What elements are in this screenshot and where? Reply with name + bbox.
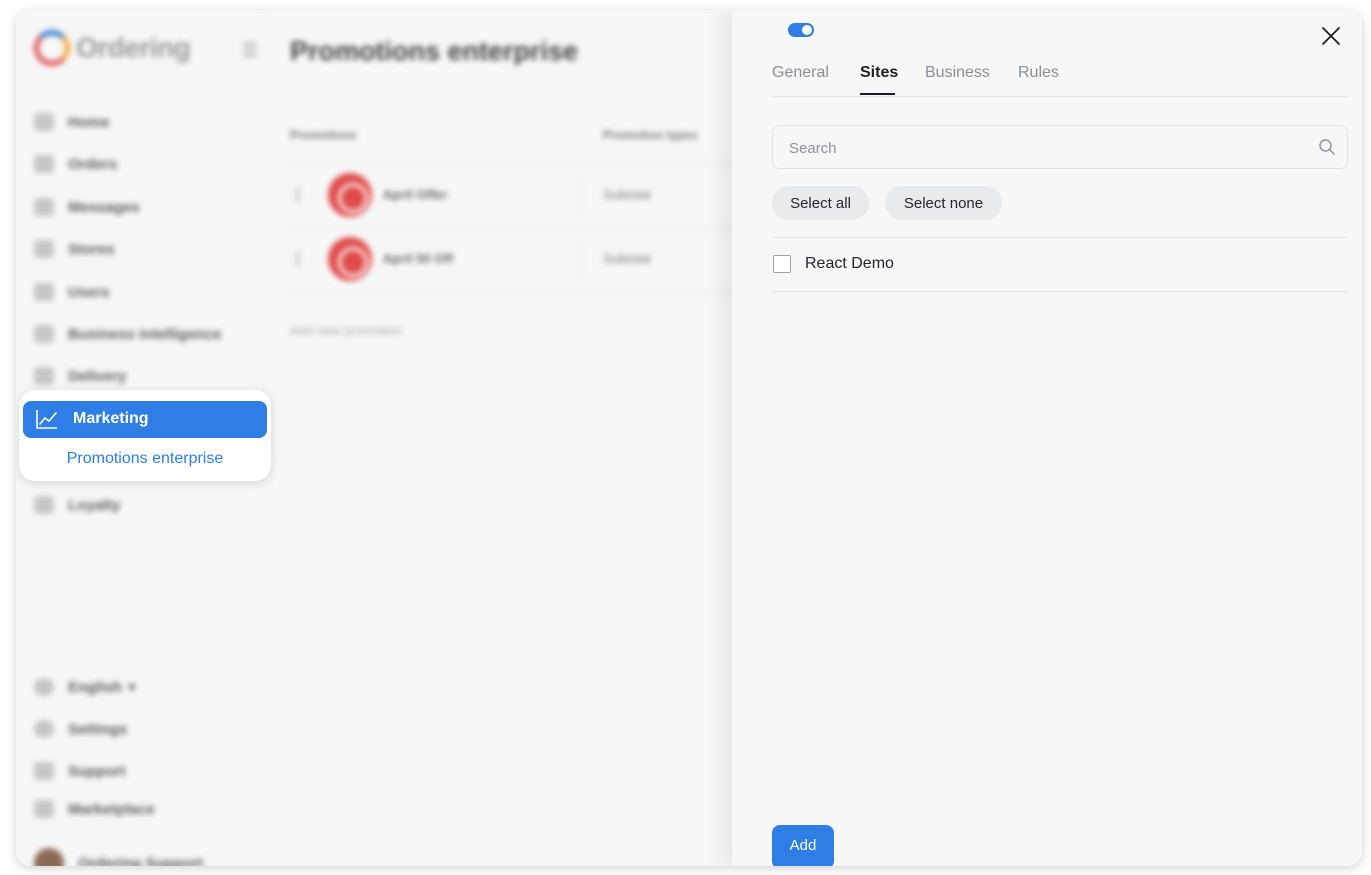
sidebar-item-label: Marketplace (68, 800, 155, 818)
chat-icon (34, 198, 54, 216)
site-checkbox-react-demo[interactable] (773, 255, 791, 273)
sidebar-item-support[interactable]: Support (34, 762, 126, 780)
sidebar-item-label: Users (68, 283, 110, 301)
cell-divider (581, 179, 582, 213)
truck-icon (34, 367, 54, 385)
tab-general[interactable]: General (772, 64, 829, 82)
sidebar-item-messages[interactable]: Messages (34, 198, 140, 216)
tab-rules[interactable]: Rules (1018, 64, 1059, 82)
sidebar-item-label: Home (68, 113, 110, 131)
user-profile[interactable]: Ordering Support (34, 848, 203, 866)
drawer-tabs: General Sites Business Rules (772, 62, 1348, 97)
promotion-drawer: General Sites Business Rules Select all … (732, 10, 1362, 866)
logo-icon (34, 30, 70, 66)
bar-chart-icon (34, 325, 54, 343)
list-icon (34, 155, 54, 173)
sidebar-item-label: Messages (68, 198, 140, 216)
promotion-type: Subtotal (603, 251, 651, 266)
promotion-name: April 50 Off (383, 251, 454, 266)
column-header-promotions: Promotions (290, 128, 357, 142)
sidebar-item-orders[interactable]: Orders (34, 155, 117, 173)
language-label: English (68, 678, 123, 696)
sidebar-item-business-intelligence[interactable]: Business intelligence (34, 325, 221, 343)
table-divider (290, 163, 732, 164)
site-label: React Demo (805, 255, 894, 272)
users-icon (34, 283, 54, 301)
chevron-down-icon: ▾ (128, 679, 136, 696)
promotion-type: Subtotal (603, 187, 651, 202)
add-new-promotion-link[interactable]: Add new promotion (290, 323, 402, 338)
tab-sites[interactable]: Sites (860, 64, 898, 82)
language-selector[interactable]: English ▾ (34, 678, 136, 696)
active-tab-indicator (860, 93, 895, 95)
sidebar-item-stores[interactable]: Stores (34, 240, 115, 258)
cell-divider (581, 243, 582, 277)
select-all-button[interactable]: Select all (772, 186, 869, 220)
avatar (34, 848, 64, 866)
marketing-menu-popup: Marketing Promotions enterprise (19, 390, 271, 481)
sidebar-item-loyalty[interactable]: Loyalty (34, 496, 121, 514)
drag-handle-icon[interactable] (296, 187, 300, 203)
logo: Ordering (34, 30, 191, 66)
search-icon[interactable] (1318, 138, 1336, 156)
sidebar-item-marketplace[interactable]: Marketplace (34, 800, 155, 818)
sidebar-item-marketing[interactable]: Marketing (23, 401, 267, 438)
app-window: Ordering Home Orders Messages Stores Use… (16, 10, 1362, 866)
search-input[interactable] (789, 137, 1309, 159)
collapse-sidebar-icon[interactable] (231, 42, 257, 58)
user-name: Ordering Support (78, 854, 203, 867)
promotion-name: April Offer (383, 187, 448, 202)
sidebar-item-label: Business intelligence (68, 325, 222, 343)
drag-handle-icon[interactable] (296, 251, 300, 267)
store-icon (34, 240, 54, 258)
table-row[interactable]: April Offer Subtotal (290, 165, 732, 227)
headset-icon (34, 762, 54, 780)
award-icon (34, 496, 54, 514)
select-none-button[interactable]: Select none (885, 186, 1002, 220)
logo-text: Ordering (76, 32, 191, 63)
sidebar-item-label: Delivery (68, 367, 127, 385)
sidebar-item-settings[interactable]: Settings (34, 720, 127, 738)
column-header-promotion-types: Promotion types (603, 128, 698, 142)
home-icon (34, 113, 54, 131)
tab-business[interactable]: Business (925, 64, 990, 82)
sidebar-item-label: Settings (68, 720, 128, 738)
promotion-badge-icon (328, 237, 372, 281)
sidebar-item-label: Loyalty (68, 496, 121, 514)
line-chart-icon (36, 410, 57, 429)
table-row[interactable]: April 50 Off Subtotal (290, 229, 732, 291)
search-field (772, 125, 1348, 169)
sidebar-item-label: Support (68, 762, 126, 780)
promotion-badge-icon (328, 173, 372, 217)
globe-icon (34, 678, 54, 696)
external-link-icon (34, 800, 54, 818)
add-button[interactable]: Add (772, 825, 834, 866)
sidebar-item-home[interactable]: Home (34, 113, 110, 131)
enable-toggle[interactable] (788, 23, 814, 37)
page-title: Promotions enterprise (290, 36, 579, 66)
submenu-item-promotions-enterprise[interactable]: Promotions enterprise (19, 450, 271, 468)
sidebar-item-label: Stores (68, 240, 115, 258)
main-content: Promotions enterprise Promotions Promoti… (268, 10, 732, 866)
table-divider (290, 292, 732, 293)
gear-icon (34, 720, 54, 738)
sidebar-item-label: Marketing (73, 410, 149, 427)
close-icon (1322, 27, 1340, 45)
close-button[interactable] (1319, 24, 1343, 48)
sidebar-item-users[interactable]: Users (34, 283, 110, 301)
list-divider (772, 291, 1348, 292)
list-divider (772, 237, 1348, 238)
sidebar-item-delivery[interactable]: Delivery (34, 367, 126, 385)
sidebar-item-label: Orders (68, 155, 118, 173)
